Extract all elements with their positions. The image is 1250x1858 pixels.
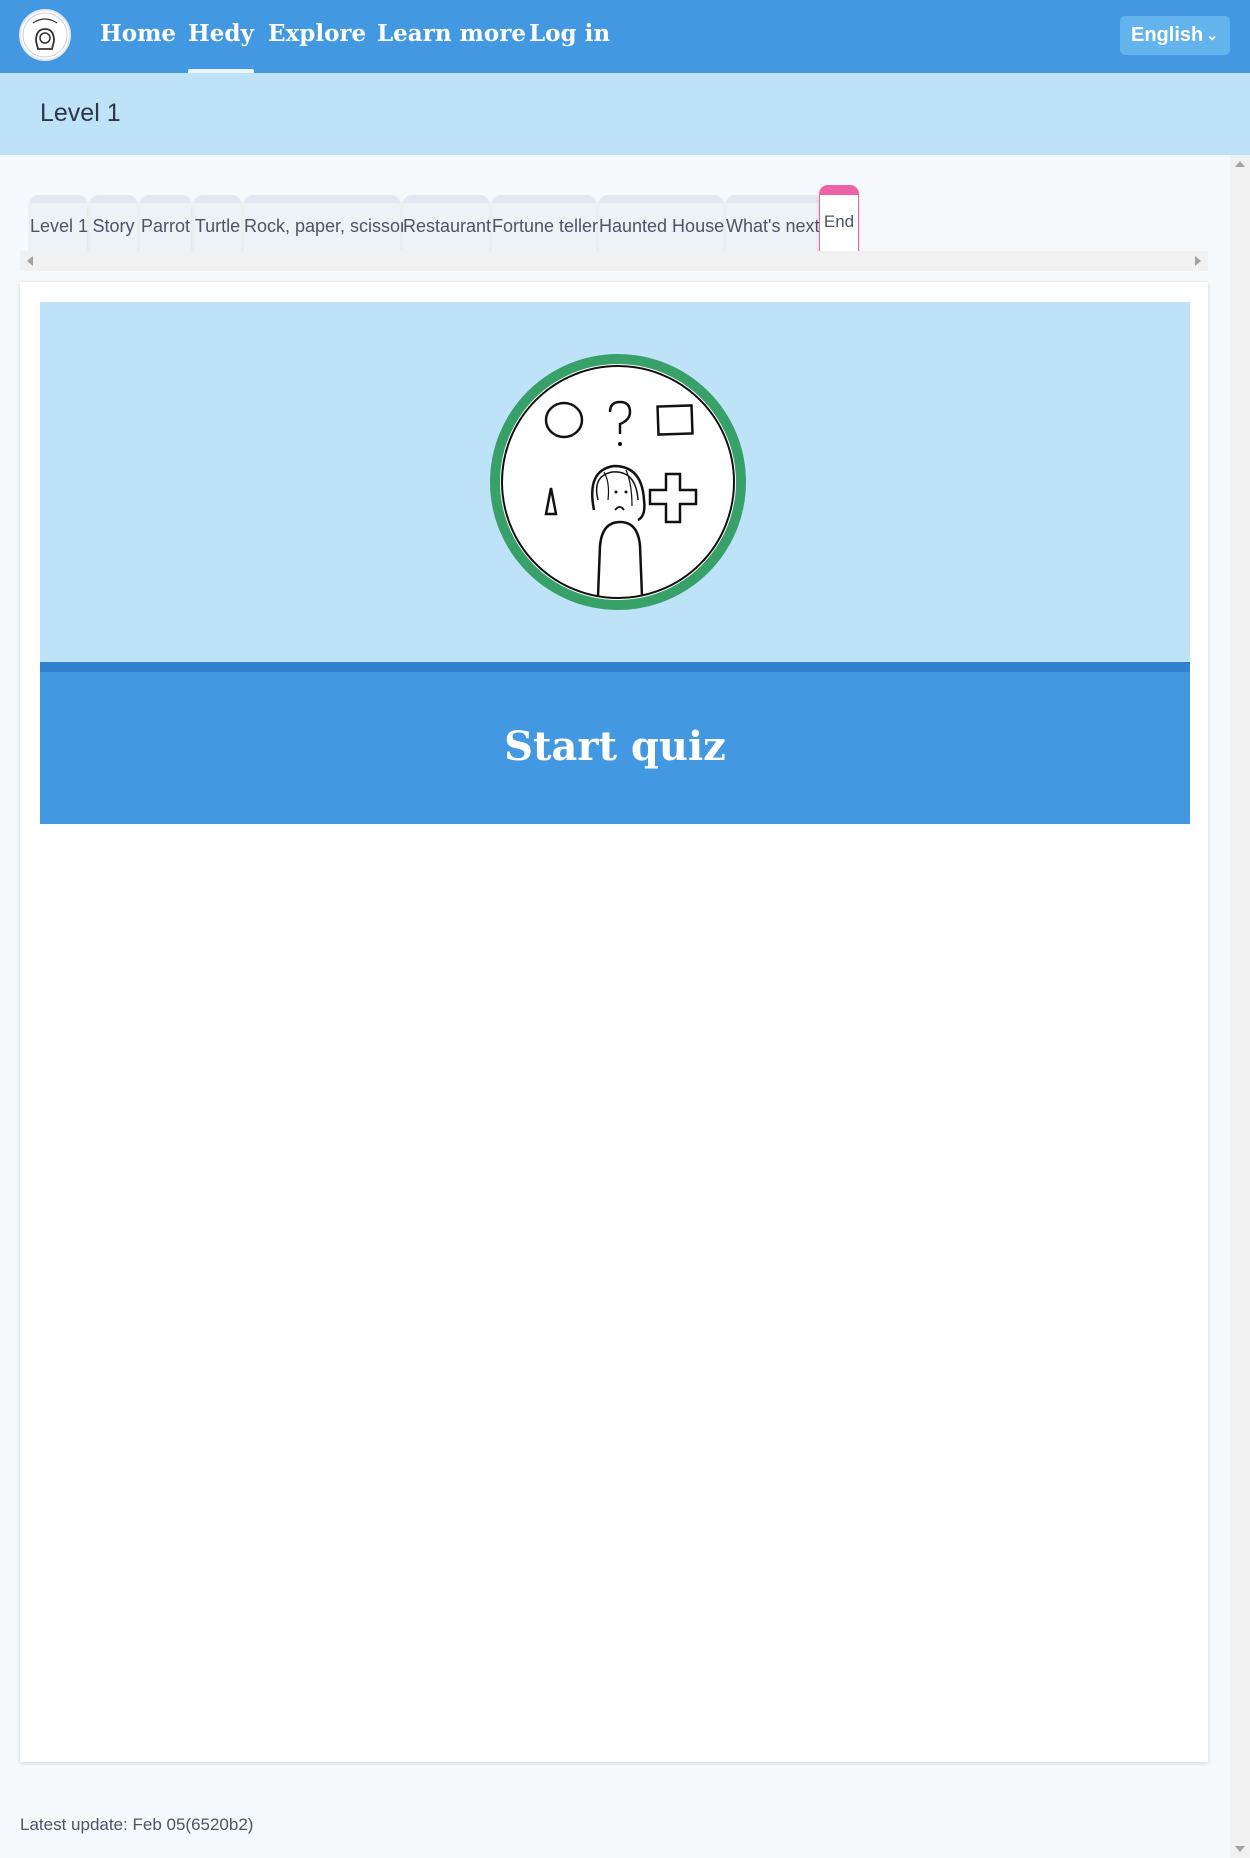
start-quiz-button[interactable]: Start quiz (40, 662, 1190, 824)
tabs-horizontal-scrollbar[interactable] (20, 251, 1208, 271)
nav-log-in[interactable]: Log in (529, 14, 610, 54)
tab-fortune-teller[interactable]: Fortune teller (492, 195, 598, 251)
tab-whats-next[interactable]: What's next? (726, 195, 829, 251)
nav-hedy[interactable]: Hedy (188, 14, 254, 74)
adventure-content-card: Start quiz (20, 282, 1208, 1762)
quiz-thinking-girl-icon (490, 354, 746, 610)
level-banner: Level 1 (0, 73, 1250, 155)
hedy-logo[interactable] (19, 9, 71, 61)
tab-restaurant[interactable]: Restaurant (403, 195, 491, 251)
quiz-banner (40, 302, 1190, 664)
latest-update-footer: Latest update: Feb 05(6520b2) (20, 1815, 254, 1834)
tab-end[interactable]: End (819, 185, 859, 251)
tab-story[interactable]: Story (90, 195, 137, 251)
language-dropdown[interactable]: English ⌄ (1120, 16, 1230, 55)
nav-learn-more[interactable]: Learn more (377, 14, 526, 54)
scroll-up-icon[interactable] (1235, 161, 1245, 167)
hedy-logo-icon (22, 12, 68, 58)
top-navbar: Home Hedy Explore Learn more Log in Engl… (0, 0, 1250, 74)
chevron-down-icon: ⌄ (1206, 27, 1218, 43)
tab-level-1[interactable]: Level 1 (30, 195, 88, 251)
scroll-right-icon[interactable] (1195, 256, 1201, 266)
vertical-scrollbar[interactable] (1230, 155, 1250, 1858)
tab-rock-paper-scissors[interactable]: Rock, paper, scissors (244, 195, 415, 251)
tab-haunted-house[interactable]: Haunted House (599, 195, 724, 251)
adventure-tabs: Level 1 Story Parrot Turtle Rock, paper,… (30, 185, 1210, 251)
nav-explore[interactable]: Explore (268, 14, 366, 54)
tab-turtle[interactable]: Turtle (194, 195, 241, 251)
scroll-left-icon[interactable] (27, 256, 33, 266)
scroll-down-icon[interactable] (1235, 1846, 1245, 1852)
level-title: Level 1 (40, 99, 121, 127)
tab-parrot[interactable]: Parrot (140, 195, 191, 251)
language-label: English (1131, 24, 1204, 46)
nav-home[interactable]: Home (100, 14, 176, 54)
